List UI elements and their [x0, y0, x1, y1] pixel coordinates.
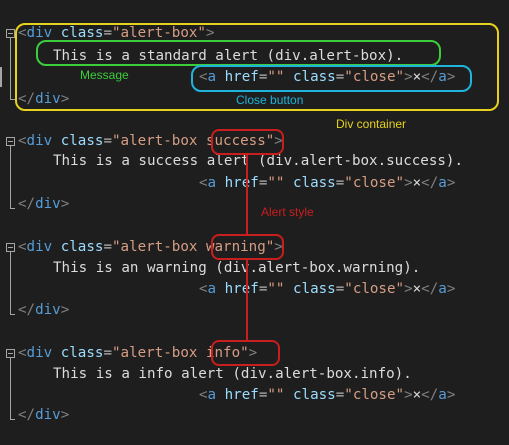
collapse-icon[interactable]	[6, 243, 15, 252]
style-connector	[246, 155, 248, 234]
fold-guide	[10, 38, 11, 99]
code-line-message: This is a standard alert (div.alert-box)…	[53, 48, 404, 64]
style-connector	[246, 260, 248, 340]
code-line-message: This is an warning (div.alert-box.warnin…	[53, 260, 421, 276]
alert-style-annotation: Alert style	[261, 205, 314, 219]
message-annotation: Message	[80, 68, 129, 82]
code-line-message: This is a info alert (div.alert-box.info…	[53, 366, 412, 382]
code-line-div-close: </div>	[18, 302, 70, 318]
code-line-div-close: </div>	[18, 91, 70, 107]
collapse-icon[interactable]	[6, 137, 15, 146]
code-line-close-link: <a href="" class="close">×</a>	[199, 175, 456, 191]
code-line-div-close: </div>	[18, 196, 70, 212]
code-line-div-open: <div class="alert-box info">	[18, 345, 258, 361]
code-line-div-open: <div class="alert-box">	[18, 25, 215, 41]
div-container-annotation: Div container	[336, 117, 407, 131]
fold-guide	[10, 358, 11, 419]
fold-guide-end	[10, 419, 15, 420]
code-line-close-link: <a href="" class="close">×</a>	[199, 281, 456, 297]
code-line-div-open: <div class="alert-box warning">	[18, 239, 283, 255]
collapse-icon[interactable]	[6, 349, 15, 358]
collapse-icon[interactable]	[6, 29, 15, 38]
code-line-div-open: <div class="alert-box success">	[18, 133, 283, 149]
close-button-annotation: Close button	[236, 93, 304, 107]
fold-guide-end	[10, 99, 15, 100]
code-line-close-link: <a href="" class="close">×</a>	[199, 387, 456, 403]
code-line-close-link: <a href="" class="close">×</a>	[199, 69, 456, 85]
fold-guide-end	[10, 314, 15, 315]
gutter-marker	[0, 67, 2, 87]
fold-guide	[10, 146, 11, 208]
code-line-message: This is a success alert (div.alert-box.s…	[53, 153, 463, 169]
fold-guide-end	[10, 208, 15, 209]
fold-guide	[10, 252, 11, 314]
code-line-div-close: </div>	[18, 407, 70, 423]
code-editor: <div class="alert-box"> This is a standa…	[0, 0, 509, 445]
